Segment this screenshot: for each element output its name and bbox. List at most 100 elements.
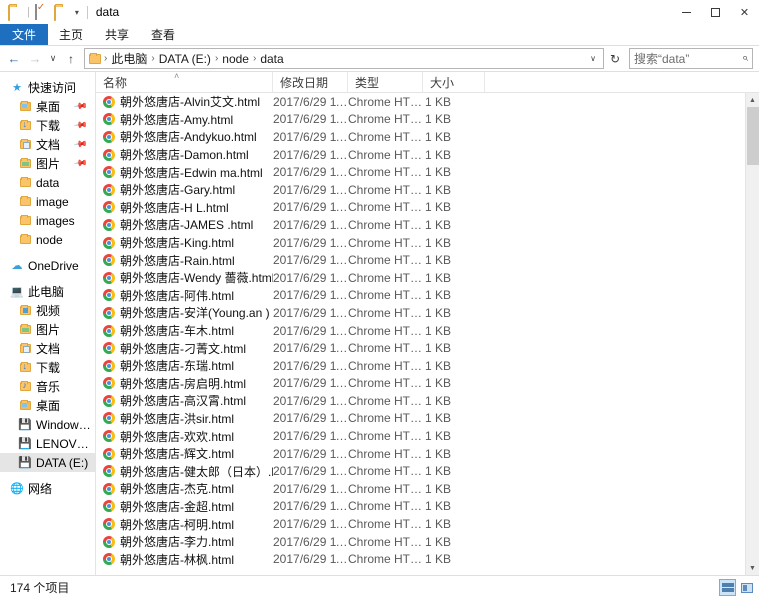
column-header-type[interactable]: 类型 (348, 71, 423, 93)
file-name-cell[interactable]: 朝外悠唐店-高汉霄.html (96, 392, 273, 409)
folder-icon[interactable] (8, 5, 22, 21)
table-row[interactable]: 朝外悠唐店-JAMES .html 2017/6/29 11:20Chrome H… (96, 216, 745, 234)
file-name-cell[interactable]: 朝外悠唐店-金超.html (96, 498, 273, 515)
file-name-cell[interactable]: 朝外悠唐店-东瑞.html (96, 357, 273, 374)
tab-share[interactable]: 共享 (94, 24, 140, 45)
sidebar-item-data-e[interactable]: 💾 DATA (E:) (0, 453, 95, 472)
file-name-cell[interactable]: 朝外悠唐店-阿伟.html (96, 287, 273, 304)
table-row[interactable]: 朝外悠唐店-刁菁文.html 2017/6/29 11:20Chrome HTML… (96, 339, 745, 357)
back-button[interactable]: ← (4, 49, 24, 69)
table-row[interactable]: 朝外悠唐店-Rain.html 2017/6/29 11:20Chrome HTM… (96, 251, 745, 269)
file-name-cell[interactable]: 朝外悠唐店-Alvin艾文.html (96, 93, 273, 110)
chevron-down-icon[interactable]: ∨ (585, 54, 601, 63)
file-name-cell[interactable]: 朝外悠唐店-Amy.html (96, 111, 273, 128)
file-name-cell[interactable]: 朝外悠唐店-房启明.html (96, 375, 273, 392)
table-row[interactable]: 朝外悠唐店-林枫.html 2017/6/29 11:20Chrome HTML … (96, 550, 745, 568)
new-folder-icon[interactable] (53, 5, 68, 21)
table-row[interactable]: 朝外悠唐店-房启明.html 2017/6/29 11:20Chrome HTML… (96, 375, 745, 393)
file-name-cell[interactable]: 朝外悠唐店-杰克.html (96, 480, 273, 497)
maximize-button[interactable] (701, 0, 730, 24)
table-row[interactable]: 朝外悠唐店-李力.html 2017/6/29 11:20Chrome HTML … (96, 533, 745, 551)
sidebar-item-documents[interactable]: 文档 📌 (0, 135, 95, 154)
table-row[interactable]: 朝外悠唐店-车木.html 2017/6/29 11:20Chrome HTML … (96, 322, 745, 340)
tab-file[interactable]: 文件 (0, 24, 49, 45)
sidebar-item-onedrive[interactable]: ☁ OneDrive (0, 256, 95, 275)
column-header-size[interactable]: 大小 (423, 71, 485, 93)
pin-icon[interactable]: 📌 (73, 156, 88, 172)
table-row[interactable]: 朝外悠唐店-Edwin ma.html 2017/6/29 11:20Chrome… (96, 163, 745, 181)
table-row[interactable]: 朝外悠唐店-欢欢.html 2017/6/29 11:20Chrome HTML … (96, 427, 745, 445)
scroll-up-button[interactable]: ▲ (746, 93, 759, 107)
sidebar-item-documents-pc[interactable]: 文档 (0, 339, 95, 358)
minimize-button[interactable] (672, 0, 701, 24)
table-row[interactable]: 朝外悠唐店-健太郎（日本）.html2017/6/29 11:20Chrome … (96, 462, 745, 480)
table-row[interactable]: 朝外悠唐店-高汉霄.html 2017/6/29 11:20Chrome HTML… (96, 392, 745, 410)
sidebar-item-data[interactable]: data (0, 173, 95, 192)
recent-locations-icon[interactable]: ∨ (46, 49, 60, 69)
sidebar-group-quick-access[interactable]: ★ 快速访问 (0, 78, 95, 97)
navigation-pane[interactable]: ★ 快速访问 桌面 📌 下载 📌 文档 📌 图片 📌 (0, 72, 95, 575)
search-input[interactable]: 搜索“data” (634, 50, 742, 67)
file-name-cell[interactable]: 朝外悠唐店-Gary.html (96, 181, 273, 198)
table-row[interactable]: 朝外悠唐店-Wendy 薔薇.html2017/6/29 11:20Chrome… (96, 269, 745, 287)
table-row[interactable]: 朝外悠唐店-Damon.html 2017/6/29 11:20Chrome HT… (96, 146, 745, 164)
sidebar-group-this-pc[interactable]: 💻 此电脑 (0, 282, 95, 301)
properties-icon[interactable] (34, 4, 49, 20)
table-row[interactable]: 朝外悠唐店-King.html 2017/6/29 11:20Chrome HTM… (96, 234, 745, 252)
sidebar-item-pictures[interactable]: 图片 📌 (0, 154, 95, 173)
sidebar-item-desktop[interactable]: 桌面 📌 (0, 97, 95, 116)
sidebar-item-windows-c[interactable]: 💾 Windows (C:) (0, 415, 95, 434)
table-row[interactable]: 朝外悠唐店-Amy.html 2017/6/29 11:20Chrome HTML… (96, 111, 745, 129)
file-name-cell[interactable]: 朝外悠唐店-Rain.html (96, 252, 273, 269)
sidebar-item-network[interactable]: 🌐 网络 (0, 479, 95, 498)
forward-button[interactable]: → (25, 49, 45, 69)
breadcrumb-item-node[interactable]: node (219, 52, 252, 66)
tab-home[interactable]: 主页 (48, 24, 94, 45)
large-icons-view-button[interactable] (738, 579, 755, 596)
pin-icon[interactable]: 📌 (73, 99, 88, 115)
sidebar-item-lenovo-d[interactable]: 💾 LENOVO (D:) (0, 434, 95, 453)
scroll-down-button[interactable]: ▼ (746, 561, 759, 575)
table-row[interactable]: 朝外悠唐店-Alvin艾文.html 2017/6/29 11:20Chrome … (96, 93, 745, 111)
table-row[interactable]: 朝外悠唐店-阿伟.html 2017/6/29 11:20Chrome HTML … (96, 287, 745, 305)
up-button[interactable]: ↑ (61, 49, 81, 69)
table-row[interactable]: 朝外悠唐店-H L.html 2017/6/29 11:20Chrome HTML… (96, 199, 745, 217)
tab-view[interactable]: 查看 (140, 24, 186, 45)
file-name-cell[interactable]: 朝外悠唐店-林枫.html (96, 551, 273, 568)
file-name-cell[interactable]: 朝外悠唐店-Damon.html (96, 146, 273, 163)
sidebar-item-images[interactable]: images (0, 211, 95, 230)
file-name-cell[interactable]: 朝外悠唐店-JAMES .html (96, 216, 273, 233)
pin-icon[interactable]: 📌 (73, 137, 88, 153)
file-name-cell[interactable]: 朝外悠唐店-车木.html (96, 322, 273, 339)
table-row[interactable]: 朝外悠唐店-Gary.html 2017/6/29 11:20Chrome HTM… (96, 181, 745, 199)
scrollbar-thumb[interactable] (746, 107, 759, 165)
table-row[interactable]: 朝外悠唐店-洪sir.html 2017/6/29 11:20Chrome HTM… (96, 410, 745, 428)
breadcrumb[interactable]: › 此电脑 › DATA (E:) › node › data ∨ (84, 48, 604, 69)
table-row[interactable]: 朝外悠唐店-Andykuo.html 2017/6/29 11:20Chrome … (96, 128, 745, 146)
pin-icon[interactable]: 📌 (73, 118, 88, 134)
table-row[interactable]: 朝外悠唐店-金超.html 2017/6/29 11:20Chrome HTML … (96, 498, 745, 516)
file-name-cell[interactable]: 朝外悠唐店-健太郎（日本）.html (96, 463, 273, 480)
sidebar-item-music[interactable]: 音乐 (0, 377, 95, 396)
table-row[interactable]: 朝外悠唐店-柯明.html 2017/6/29 11:20Chrome HTML … (96, 515, 745, 533)
search-box[interactable]: 搜索“data” ⌕ (629, 48, 753, 69)
file-name-cell[interactable]: 朝外悠唐店-洪sir.html (96, 410, 273, 427)
file-name-cell[interactable]: 朝外悠唐店-Andykuo.html (96, 128, 273, 145)
table-row[interactable]: 朝外悠唐店-东瑞.html 2017/6/29 11:20Chrome HTML … (96, 357, 745, 375)
file-name-cell[interactable]: 朝外悠唐店-李力.html (96, 533, 273, 550)
file-name-cell[interactable]: 朝外悠唐店-柯明.html (96, 516, 273, 533)
breadcrumb-item-data[interactable]: data (257, 52, 286, 66)
vertical-scrollbar[interactable]: ▲ ▼ (745, 93, 759, 575)
file-name-cell[interactable]: 朝外悠唐店-Wendy 薔薇.html (96, 269, 273, 286)
file-name-cell[interactable]: 朝外悠唐店-辉文.html (96, 445, 273, 462)
file-name-cell[interactable]: 朝外悠唐店-King.html (96, 234, 273, 251)
table-row[interactable]: 朝外悠唐店-辉文.html 2017/6/29 11:20Chrome HTML … (96, 445, 745, 463)
file-name-cell[interactable]: 朝外悠唐店-刁菁文.html (96, 340, 273, 357)
sidebar-item-desktop-pc[interactable]: 桌面 (0, 396, 95, 415)
refresh-icon[interactable]: ↻ (605, 52, 625, 66)
sidebar-item-pictures-pc[interactable]: 图片 (0, 320, 95, 339)
file-name-cell[interactable]: 朝外悠唐店-欢欢.html (96, 428, 273, 445)
file-name-cell[interactable]: 朝外悠唐店-Edwin ma.html (96, 164, 273, 181)
file-list[interactable]: 朝外悠唐店-Alvin艾文.html2017/6/29 11:20Chrome … (96, 93, 745, 575)
breadcrumb-item-data-e[interactable]: DATA (E:) (156, 52, 214, 66)
